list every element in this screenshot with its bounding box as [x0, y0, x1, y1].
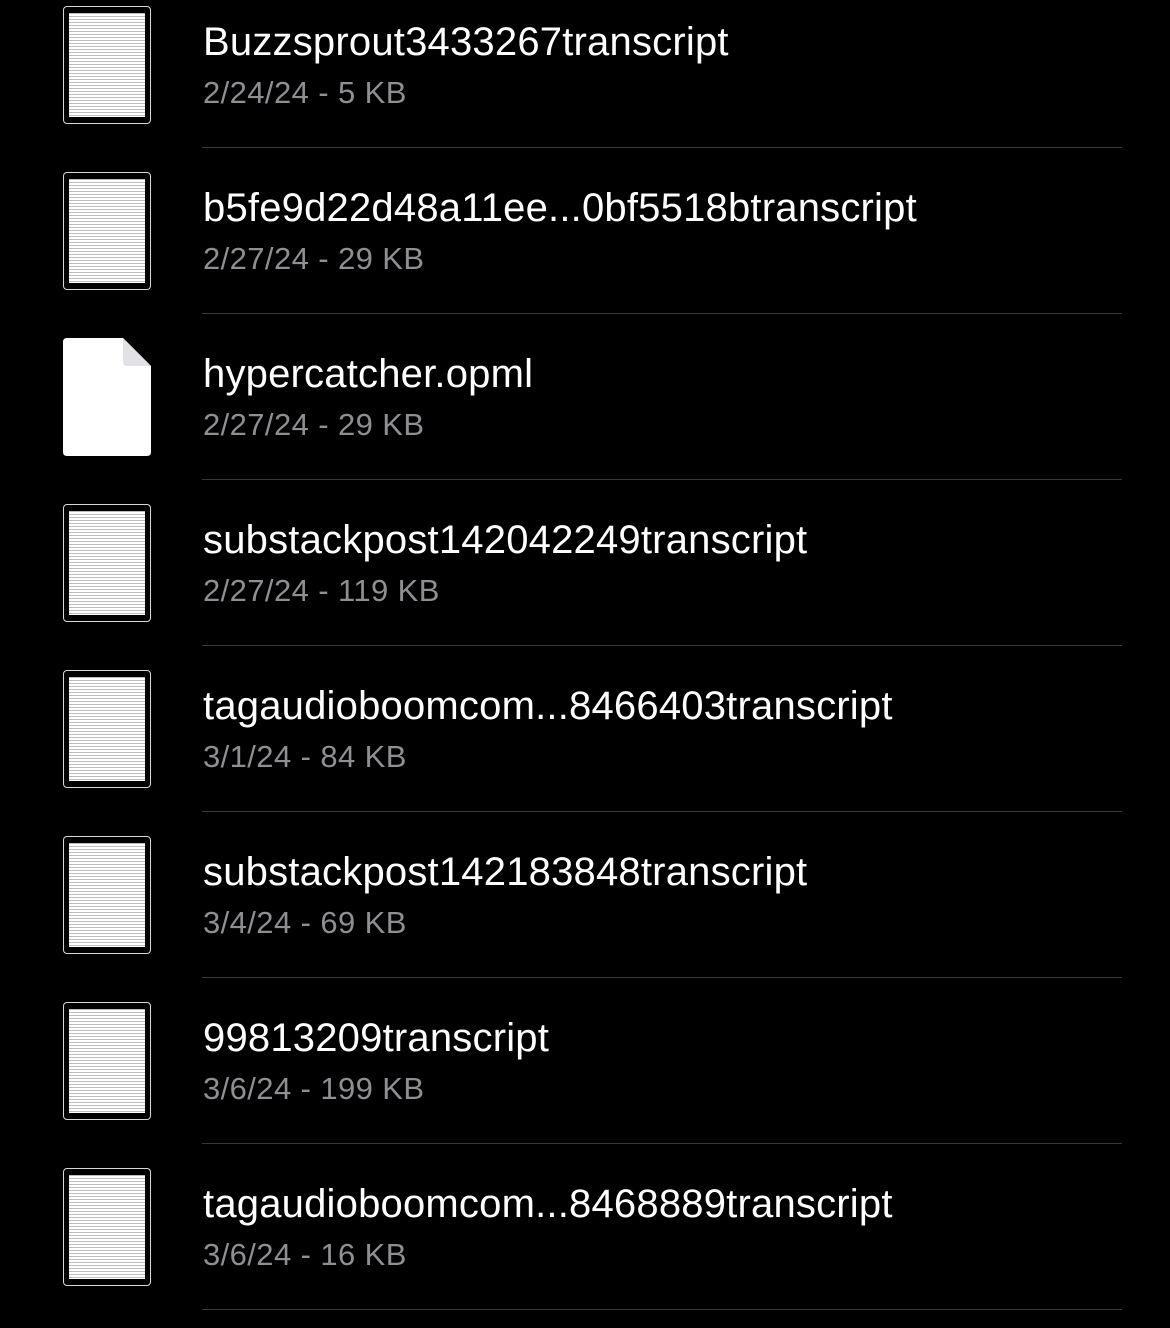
file-list: Buzzsprout3433267transcript 2/24/24 - 5 … — [0, 0, 1170, 1324]
file-row[interactable]: 99813209transcript 3/6/24 - 199 KB — [0, 996, 1170, 1162]
file-row[interactable]: tagaudioboomcom...8468889transcript 3/6/… — [0, 1162, 1170, 1328]
text-document-thumbnail-icon — [63, 670, 151, 788]
file-name: Buzzsprout3433267transcript — [203, 20, 729, 64]
row-divider — [202, 313, 1122, 314]
blank-document-icon — [63, 338, 151, 456]
file-name: substackpost142042249transcript — [203, 518, 808, 562]
file-date-size: 2/27/24 - 119 KB — [203, 573, 440, 608]
text-document-thumbnail-icon — [63, 6, 151, 124]
file-date-size: 3/6/24 - 199 KB — [203, 1071, 425, 1106]
row-divider — [202, 811, 1122, 812]
file-name: substackpost142183848transcript — [203, 850, 808, 894]
row-divider — [202, 1143, 1122, 1144]
file-name: 99813209transcript — [203, 1016, 550, 1060]
file-row[interactable]: hypercatcher.opml 2/27/24 - 29 KB — [0, 332, 1170, 498]
text-document-thumbnail-icon — [63, 1002, 151, 1120]
file-row[interactable]: substackpost142042249transcript 2/27/24 … — [0, 498, 1170, 664]
row-divider — [202, 147, 1122, 148]
file-row[interactable]: tagaudioboomcom...8466403transcript 3/1/… — [0, 664, 1170, 830]
file-row[interactable]: substackpost142183848transcript 3/4/24 -… — [0, 830, 1170, 996]
text-document-thumbnail-icon — [63, 1168, 151, 1286]
file-name: tagaudioboomcom...8466403transcript — [203, 684, 893, 728]
file-row[interactable]: Buzzsprout3433267transcript 2/24/24 - 5 … — [0, 0, 1170, 166]
row-divider — [202, 645, 1122, 646]
file-date-size: 2/27/24 - 29 KB — [203, 241, 425, 276]
file-name: b5fe9d22d48a11ee...0bf5518btranscript — [203, 186, 917, 230]
file-name: hypercatcher.opml — [203, 352, 534, 396]
row-divider — [202, 1309, 1122, 1310]
file-date-size: 2/24/24 - 5 KB — [203, 75, 407, 110]
row-divider — [202, 977, 1122, 978]
row-divider — [202, 479, 1122, 480]
text-document-thumbnail-icon — [63, 172, 151, 290]
text-document-thumbnail-icon — [63, 836, 151, 954]
file-date-size: 3/4/24 - 69 KB — [203, 905, 407, 940]
file-date-size: 2/27/24 - 29 KB — [203, 407, 425, 442]
text-document-thumbnail-icon — [63, 504, 151, 622]
file-name: tagaudioboomcom...8468889transcript — [203, 1182, 893, 1226]
file-row[interactable]: b5fe9d22d48a11ee...0bf5518btranscript 2/… — [0, 166, 1170, 332]
file-date-size: 3/1/24 - 84 KB — [203, 739, 407, 774]
file-date-size: 3/6/24 - 16 KB — [203, 1237, 407, 1272]
